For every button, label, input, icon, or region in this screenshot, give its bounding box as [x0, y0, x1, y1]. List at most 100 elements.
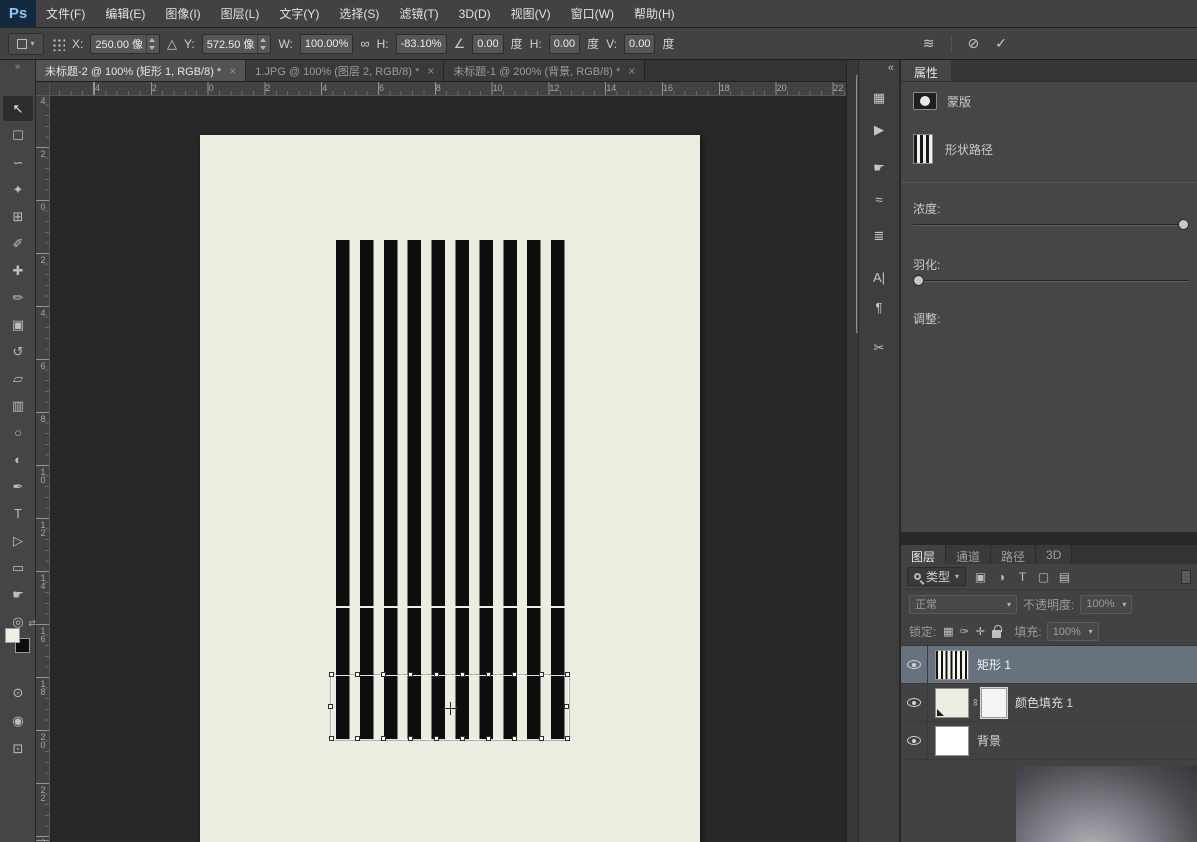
layer-row[interactable]: 背景	[901, 722, 1197, 760]
relative-position-icon[interactable]: △	[167, 36, 177, 52]
eraser-tool[interactable]: ▱	[3, 366, 33, 391]
hand-tool[interactable]: ☛	[3, 582, 33, 607]
transform-handle[interactable]	[408, 736, 413, 741]
height-field[interactable]: -83.10%	[396, 34, 447, 54]
transform-handle[interactable]	[565, 672, 570, 677]
grid-panel-icon[interactable]: ▦	[859, 90, 899, 106]
curves-panel-icon[interactable]: ≈	[859, 192, 899, 207]
transform-handle[interactable]	[539, 736, 544, 741]
document-canvas[interactable]	[200, 135, 700, 842]
transform-handle[interactable]	[381, 672, 386, 677]
actions-panel-icon[interactable]: ▶	[859, 122, 899, 138]
tab-close-button[interactable]: ×	[229, 64, 236, 78]
document-tab[interactable]: 未标题-1 @ 200% (背景, RGB/8) *×	[444, 60, 645, 81]
marquee-tool[interactable]: ☐	[3, 123, 33, 148]
width-field[interactable]: 100.00%	[300, 34, 353, 54]
pen-tool[interactable]: ✒	[3, 474, 33, 499]
blur-tool[interactable]: ○	[3, 420, 33, 445]
character-panel-icon[interactable]: A|	[859, 270, 899, 285]
menu-item[interactable]: 编辑(E)	[95, 0, 155, 27]
gradient-tool[interactable]: ▥	[3, 393, 33, 418]
tab-路径[interactable]: 路径	[991, 545, 1036, 564]
cancel-transform-icon[interactable]: ⊘	[968, 35, 980, 52]
transform-box[interactable]	[331, 675, 569, 740]
eyedropper-tool[interactable]: ✐	[3, 231, 33, 256]
menu-item[interactable]: 3D(D)	[449, 0, 501, 27]
toolbar-collapse-icon[interactable]: »	[0, 61, 35, 72]
warp-mode-icon[interactable]: ≋	[923, 35, 935, 52]
transform-handle[interactable]	[460, 672, 465, 677]
quick-mask-icon[interactable]: ⊙	[3, 680, 33, 705]
density-slider-knob[interactable]	[1178, 219, 1189, 230]
transform-handle[interactable]	[355, 736, 360, 741]
paragraph-panel-icon[interactable]: ¶	[859, 300, 899, 315]
transform-handle[interactable]	[329, 736, 334, 741]
y-position-field[interactable]: 572.50 像	[202, 34, 272, 54]
path-selection-tool[interactable]: ▷	[3, 528, 33, 553]
feather-slider[interactable]	[913, 280, 1189, 282]
transform-handle[interactable]	[486, 672, 491, 677]
transform-handle[interactable]	[328, 704, 333, 709]
quick-selection-tool[interactable]: ✦	[3, 177, 33, 202]
layer-thumbnail[interactable]	[935, 726, 969, 756]
tab-properties[interactable]: 属性	[901, 60, 951, 81]
screen-mode-icon[interactable]: ⊡	[3, 736, 33, 761]
vertical-scrollbar[interactable]	[846, 60, 858, 842]
crop-tool[interactable]: ⊞	[3, 204, 33, 229]
lock-icon-0[interactable]: ▦	[941, 625, 955, 638]
transform-handle[interactable]	[564, 704, 569, 709]
layer-filter-dropdown[interactable]: 类型 ▾	[907, 567, 966, 586]
menu-item[interactable]: 视图(V)	[501, 0, 561, 27]
filter-kind-icon-3[interactable]: ▢	[1034, 568, 1053, 585]
lasso-tool[interactable]: ∽	[3, 150, 33, 175]
filter-kind-icon-2[interactable]: T	[1013, 568, 1032, 585]
transform-handle[interactable]	[408, 672, 413, 677]
layer-visibility-toggle[interactable]	[901, 684, 928, 721]
history-brush-tool[interactable]: ↺	[3, 339, 33, 364]
dock-expand-icon[interactable]: «	[888, 62, 894, 74]
type-tool[interactable]: T	[3, 501, 33, 526]
lock-icon-1[interactable]: ✑	[957, 625, 971, 638]
document-tab[interactable]: 1.JPG @ 100% (图层 2, RGB/8) *×	[246, 60, 444, 81]
tab-3D[interactable]: 3D	[1036, 545, 1072, 564]
clone-stamp-tool[interactable]: ▣	[3, 312, 33, 337]
menu-item[interactable]: 图层(L)	[211, 0, 270, 27]
transform-handle[interactable]	[512, 672, 517, 677]
menu-item[interactable]: 文件(F)	[36, 0, 95, 27]
spinner-icon[interactable]	[257, 35, 266, 53]
link-dimensions-icon[interactable]: ∞	[360, 36, 369, 51]
brush-tool[interactable]: ✏	[3, 285, 33, 310]
tab-close-button[interactable]: ×	[628, 64, 635, 78]
lock-icon-2[interactable]: ✛	[973, 625, 987, 638]
layer-row[interactable]: 矩形 1	[901, 646, 1197, 684]
h-skew-field[interactable]: 0.00	[549, 34, 580, 54]
lock-all-icon[interactable]	[992, 630, 1001, 638]
blend-mode-dropdown[interactable]: 正常 ▾	[909, 595, 1017, 614]
mask-mode-icon[interactable]: ◉	[3, 708, 33, 733]
reference-point-locator[interactable]	[51, 37, 65, 51]
layer-thumbnail[interactable]	[935, 688, 969, 718]
fill-dropdown[interactable]: 100% ▾	[1047, 622, 1099, 641]
layer-visibility-toggle[interactable]	[901, 722, 928, 759]
filter-kind-icon-1[interactable]: ◑	[992, 568, 1011, 585]
tab-通道[interactable]: 通道	[946, 545, 991, 564]
healing-brush-tool[interactable]: ✚	[3, 258, 33, 283]
transform-handle[interactable]	[565, 736, 570, 741]
menu-item[interactable]: 滤镜(T)	[389, 0, 448, 27]
menu-item[interactable]: 帮助(H)	[624, 0, 685, 27]
transform-handle[interactable]	[460, 736, 465, 741]
transform-handle[interactable]	[434, 736, 439, 741]
menu-item[interactable]: 文字(Y)	[269, 0, 329, 27]
document-tab[interactable]: 未标题-2 @ 100% (矩形 1, RGB/8) *×	[36, 60, 246, 81]
transform-handle[interactable]	[486, 736, 491, 741]
v-skew-field[interactable]: 0.00	[624, 34, 655, 54]
layer-visibility-toggle[interactable]	[901, 646, 928, 683]
foreground-color-swatch[interactable]	[5, 628, 20, 643]
rectangle-tool[interactable]: ▭	[3, 555, 33, 580]
pan-panel-icon[interactable]: ☛	[859, 160, 899, 176]
x-position-field[interactable]: 250.00 像	[90, 34, 160, 54]
layer-thumbnail[interactable]	[935, 650, 969, 680]
rotation-field[interactable]: 0.00	[472, 34, 503, 54]
clip-panel-icon[interactable]: ✂	[859, 340, 899, 356]
dodge-tool[interactable]: ◐	[3, 447, 33, 472]
